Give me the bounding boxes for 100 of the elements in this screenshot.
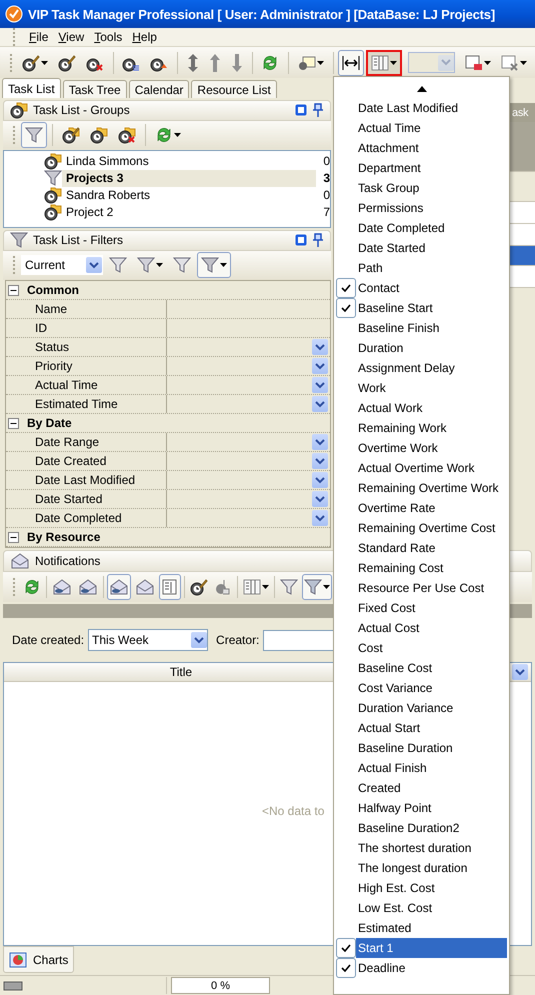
menu-item-label: Cost Variance (357, 680, 434, 697)
count: 7 (322, 205, 330, 220)
menu-item[interactable]: The shortest duration (336, 838, 507, 858)
menu-item[interactable]: Date Started (336, 238, 507, 258)
menu-item[interactable]: Path (336, 258, 507, 278)
menu-item[interactable]: Baseline Finish (336, 318, 507, 338)
menu-item[interactable]: Created (336, 778, 507, 798)
tab[interactable]: Charts (3, 946, 74, 973)
menu-item-label: Duration (357, 340, 404, 357)
tab[interactable]: Calendar (128, 80, 190, 98)
menu-item[interactable]: Duration Variance (336, 698, 507, 718)
menu-item[interactable]: File (29, 30, 48, 44)
menu-item[interactable]: Standard Rate (336, 538, 507, 558)
menu-item[interactable]: The longest duration (336, 858, 507, 878)
menu-item[interactable]: Overtime Rate (336, 498, 507, 518)
tab[interactable]: Task List (2, 78, 61, 98)
menu-item-label: Standard Rate (357, 540, 436, 557)
menu-item[interactable]: Remaining Overtime Cost (336, 518, 507, 538)
menu-item[interactable]: Baseline Duration (336, 738, 507, 758)
menu-item[interactable]: Actual Overtime Work (336, 458, 507, 478)
menu-item[interactable]: Actual Time (336, 118, 507, 138)
count: 0 (322, 154, 330, 168)
menu-item-label: Date Completed (357, 220, 446, 237)
count: 3 (322, 171, 330, 186)
menu-item[interactable]: Work (336, 378, 507, 398)
menu-item[interactable]: Permissions (336, 198, 507, 218)
menu-item[interactable]: Actual Start (336, 718, 507, 738)
menu-item-label: Actual Time (357, 120, 422, 137)
menu-item-label: Deadline (357, 960, 406, 977)
menu-item[interactable]: Estimated (336, 918, 507, 938)
menu-item[interactable]: Baseline Duration2 (336, 818, 507, 838)
panel-title: Task List - Groups (33, 103, 131, 118)
menu-item-label: Estimated (357, 920, 412, 937)
menu-item[interactable]: Assignment Delay (336, 358, 507, 378)
tab[interactable]: Task Tree (62, 80, 127, 98)
menu-item[interactable]: Date Last Modified (336, 98, 507, 118)
date-created-field[interactable]: This Week (88, 629, 208, 651)
menu-item[interactable]: Halfway Point (336, 798, 507, 818)
menu-item-label: Permissions (357, 200, 424, 217)
menu-item[interactable]: Tools (94, 30, 122, 44)
menu-item[interactable]: Baseline Start (336, 298, 507, 318)
menu-item-label: Attachment (357, 140, 420, 157)
menu-item-label: Date Started (357, 240, 426, 257)
menu-item[interactable]: Duration (336, 338, 507, 358)
menu-item[interactable]: View (58, 30, 84, 44)
menu-item[interactable]: Cost (336, 638, 507, 658)
tree-item[interactable]: Linda Simmons 0 (4, 152, 330, 170)
section-title: Common (27, 283, 79, 297)
property-name: Priority (6, 357, 167, 375)
menu-item[interactable]: Attachment (336, 138, 507, 158)
section-title: By Resource (27, 530, 100, 544)
menu-item[interactable]: Help (132, 30, 157, 44)
tree-item[interactable]: Projects 3 3 (4, 170, 330, 187)
property-name: Date Started (6, 490, 167, 508)
menu-item-label: Actual Finish (357, 760, 428, 777)
menu-item-label: Baseline Duration (357, 740, 454, 757)
menu-item[interactable]: Fixed Cost (336, 598, 507, 618)
menu-item-label: Task Group (357, 180, 420, 197)
menu-item[interactable]: Low Est. Cost (336, 898, 507, 918)
menu-item[interactable]: Resource Per Use Cost (336, 578, 507, 598)
filter-preset-field[interactable]: Current (21, 255, 103, 276)
property-name: Name (6, 300, 167, 318)
menu-item[interactable]: Deadline (336, 958, 507, 978)
empty-message: <No data to (262, 804, 324, 818)
tree-label: Linda Simmons (65, 153, 150, 170)
menu-item[interactable]: Remaining Cost (336, 558, 507, 578)
tab[interactable]: Resource List (191, 80, 277, 98)
menu-item[interactable]: Remaining Overtime Work (336, 478, 507, 498)
tree-item[interactable]: Sandra Roberts 0 (4, 186, 330, 204)
menu-item-label: Work (357, 380, 387, 397)
section-row[interactable]: Common (6, 281, 330, 300)
menu-item[interactable]: Cost Variance (336, 678, 507, 698)
tree-item[interactable]: Project 2 7 (4, 204, 330, 221)
menu-item[interactable]: Task Group (336, 178, 507, 198)
menu-item-label: The longest duration (357, 860, 468, 877)
section-row[interactable]: By Date (6, 414, 330, 433)
property-name: Estimated Time (6, 395, 167, 413)
menu-item-label: Baseline Start (357, 300, 434, 317)
property-name: Date Completed (6, 509, 167, 527)
menu-item[interactable]: Department (336, 158, 507, 178)
menu-item-label: Department (357, 160, 422, 177)
menu-item-label: Cost (357, 640, 384, 657)
menu-item[interactable]: Overtime Work (336, 438, 507, 458)
property-name: Actual Time (6, 376, 167, 394)
menu-item-label: Actual Cost (357, 620, 420, 637)
menu-item[interactable]: Contact (336, 278, 507, 298)
menu-item-label: Duration Variance (357, 700, 454, 717)
menu-item[interactable]: Actual Cost (336, 618, 507, 638)
menu-item-label: Baseline Finish (357, 320, 440, 337)
menu-item[interactable]: Date Completed (336, 218, 507, 238)
menu-item-label: Path (357, 260, 384, 277)
menu-item[interactable]: Actual Work (336, 398, 507, 418)
menu-item-label: Overtime Rate (357, 500, 436, 517)
section-row[interactable]: By Resource (6, 528, 330, 547)
menu-item[interactable]: Remaining Work (336, 418, 507, 438)
menu-item[interactable]: High Est. Cost (336, 878, 507, 898)
count: 0 (322, 188, 330, 202)
menu-item[interactable]: Actual Finish (336, 758, 507, 778)
field-label: Creator: (216, 633, 260, 647)
menu-item-label: Actual Overtime Work (357, 460, 476, 477)
